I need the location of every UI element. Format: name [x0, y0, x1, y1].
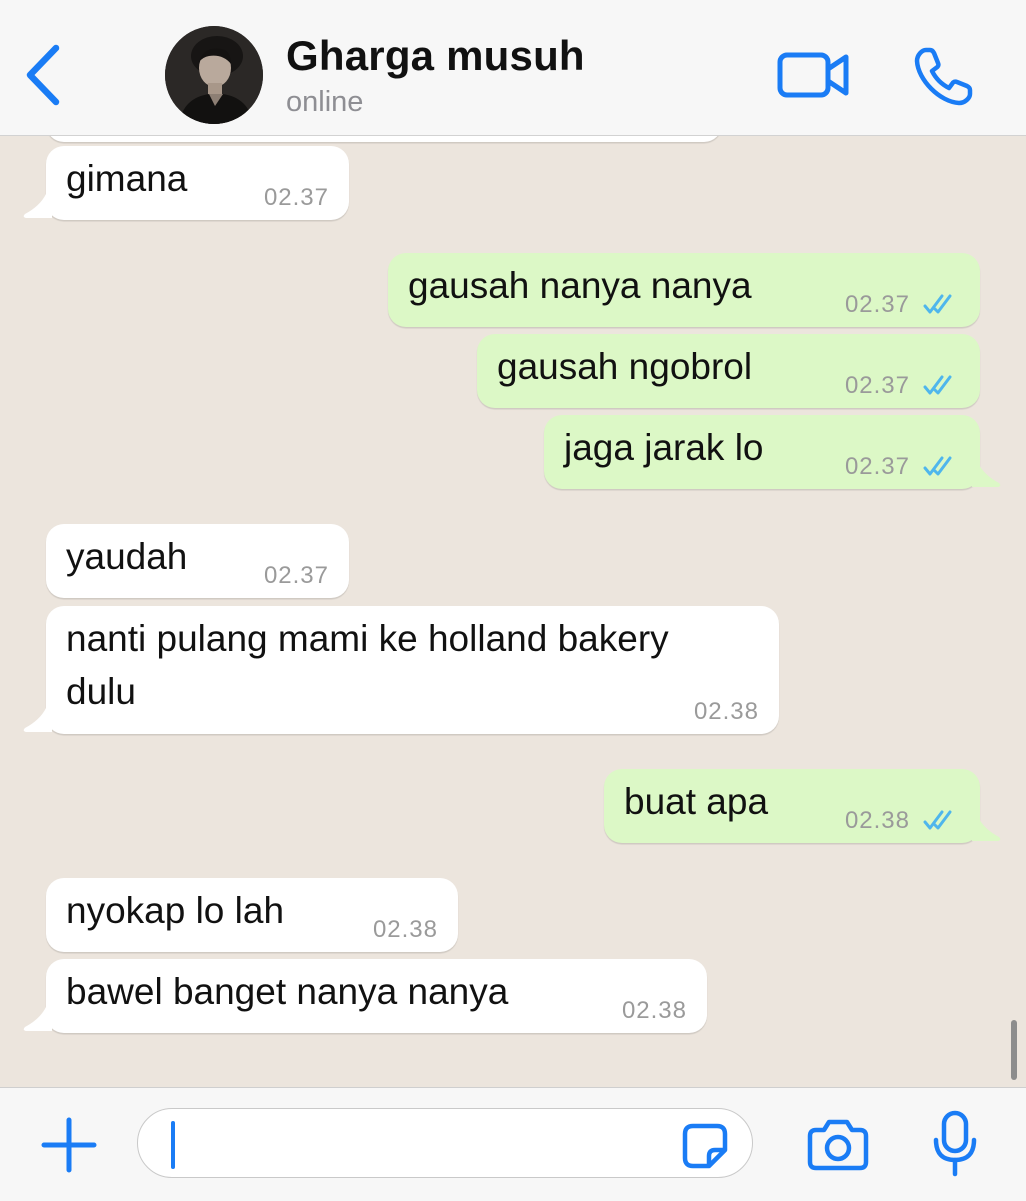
chat-header: Gharga musuh online — [0, 0, 1026, 136]
video-camera-icon — [777, 52, 849, 98]
read-receipt-icon — [923, 375, 952, 395]
plus-icon — [41, 1117, 97, 1173]
microphone-icon — [933, 1110, 977, 1177]
message-bubble-incoming[interactable]: yaudah 02.37 — [46, 524, 349, 598]
message-time: 02.38 — [693, 698, 759, 725]
bubble-tail — [23, 1007, 52, 1031]
message-time: 02.37 — [263, 184, 329, 211]
scrollbar[interactable] — [1011, 1020, 1017, 1080]
avatar[interactable] — [165, 26, 263, 124]
chevron-left-icon — [26, 44, 60, 106]
message-time: 02.37 — [844, 453, 910, 480]
read-receipt-icon — [923, 456, 952, 476]
message-bubble-outgoing[interactable]: jaga jarak lo 02.37 — [544, 415, 980, 489]
back-button[interactable] — [18, 40, 68, 110]
message-time: 02.37 — [263, 562, 329, 589]
phone-icon — [914, 47, 973, 106]
bubble-tail — [23, 194, 52, 218]
sticker-icon — [682, 1123, 728, 1169]
bubble-tail — [23, 708, 52, 732]
video-call-button[interactable] — [776, 50, 852, 100]
sticker-button[interactable] — [681, 1122, 729, 1170]
contact-name[interactable]: Gharga musuh — [286, 32, 585, 80]
message-time: 02.38 — [621, 997, 687, 1024]
message-bubble-incoming[interactable]: nanti pulang mami ke holland bakery dulu… — [46, 606, 779, 734]
message-time: 02.37 — [844, 291, 910, 318]
message-bubble-outgoing[interactable]: gausah ngobrol 02.37 — [477, 334, 980, 408]
chat-area[interactable]: gimana 02.37 gausah nanya nanya 02.37 ga… — [0, 136, 1026, 1086]
message-time: 02.38 — [372, 916, 438, 943]
bubble-tail — [972, 463, 1001, 487]
message-input-bar — [0, 1087, 1026, 1201]
message-time: 02.38 — [844, 807, 910, 834]
message-bubble-incoming[interactable]: nyokap lo lah 02.38 — [46, 878, 458, 952]
voice-call-button[interactable] — [912, 44, 976, 108]
text-cursor — [171, 1121, 175, 1169]
message-bubble-outgoing[interactable]: buat apa 02.38 — [604, 769, 980, 843]
message-bubble-incoming[interactable]: gimana 02.37 — [46, 146, 349, 220]
message-text: nanti pulang mami ke holland bakery dulu — [66, 618, 669, 712]
camera-icon — [807, 1119, 869, 1171]
message-bubble-outgoing[interactable]: gausah nanya nanya 02.37 — [388, 253, 980, 327]
message-time: 02.37 — [844, 372, 910, 399]
read-receipt-icon — [923, 810, 952, 830]
contact-status: online — [286, 86, 364, 118]
camera-button[interactable] — [806, 1116, 870, 1172]
message-bubble-partial — [46, 136, 722, 142]
message-bubble-incoming[interactable]: bawel banget nanya nanya 02.38 — [46, 959, 707, 1033]
avatar-photo — [165, 26, 263, 124]
bubble-tail — [972, 817, 1001, 841]
message-text: bawel banget nanya nanya — [66, 971, 509, 1012]
microphone-button[interactable] — [932, 1110, 978, 1178]
message-input[interactable] — [137, 1108, 753, 1178]
attach-button[interactable] — [40, 1116, 98, 1174]
read-receipt-icon — [923, 294, 952, 314]
